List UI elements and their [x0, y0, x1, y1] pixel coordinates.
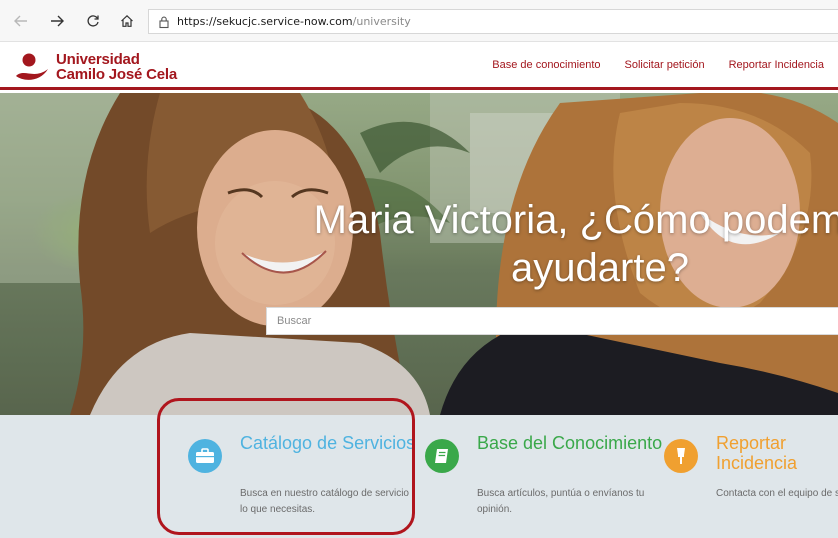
lock-icon: [159, 16, 169, 28]
card-title: Base del Conocimiento: [477, 433, 663, 453]
card-description: Contacta con el equipo de soporte para r…: [716, 488, 838, 499]
forward-arrow-icon: [51, 15, 64, 27]
home-icon: [121, 14, 133, 27]
home-button[interactable]: [114, 9, 140, 33]
card-title: Reportar Incidencia: [716, 433, 798, 473]
top-nav: Base de conocimiento Solicitar petición …: [492, 59, 824, 71]
back-button[interactable]: [8, 9, 34, 33]
card-description: Busca artículos, puntúa o envíanos tu op…: [477, 488, 645, 515]
nav-knowledge-base[interactable]: Base de conocimiento: [492, 59, 600, 71]
url-path: /university: [352, 15, 411, 28]
card-icon-container: [664, 439, 698, 473]
card-icon-container: [188, 439, 222, 473]
logo-line-2: Camilo José Cela: [56, 66, 178, 83]
site-header: Universidad Camilo José Cela Base de con…: [0, 42, 838, 90]
hero-greeting: Maria Victoria, ¿Cómo podemos ayudarte?: [313, 198, 838, 290]
forward-button[interactable]: [44, 9, 70, 33]
logo-text: Universidad Camilo José Cela: [56, 52, 177, 82]
briefcase-icon: [196, 448, 214, 463]
back-arrow-icon: [14, 15, 27, 27]
card-title: Catálogo de Servicios: [240, 433, 416, 453]
address-bar[interactable]: https://sekucjc.service-now.com/universi…: [148, 9, 838, 34]
card-report-incident[interactable]: Reportar Incidencia Contacta con el equi…: [664, 415, 838, 538]
card-service-catalog[interactable]: Catálogo de Servicios Busca en nuestro c…: [188, 415, 428, 538]
refresh-button[interactable]: [80, 9, 106, 33]
alert-icon: [677, 448, 685, 464]
card-description: Busca en nuestro catálogo de servicio lo…: [240, 488, 409, 515]
card-knowledge-base[interactable]: Base del Conocimiento Busca artículos, p…: [425, 415, 662, 538]
hero-banner: Maria Victoria, ¿Cómo podemos ayudarte?: [0, 93, 838, 415]
url-host: https://sekucjc.service-now.com: [177, 15, 353, 28]
quick-links-section: Catálogo de Servicios Busca en nuestro c…: [0, 415, 838, 538]
nav-report-incident[interactable]: Reportar Incidencia: [729, 59, 824, 71]
university-logo[interactable]: Universidad Camilo José Cela: [14, 50, 177, 84]
logo-line-1: Universidad: [56, 51, 140, 68]
nav-request[interactable]: Solicitar petición: [625, 59, 705, 71]
logo-mark-icon: [16, 53, 48, 80]
search-input[interactable]: [266, 307, 838, 335]
refresh-icon: [87, 15, 99, 27]
book-icon: [435, 449, 448, 463]
card-icon-container: [425, 439, 459, 473]
browser-toolbar: https://sekucjc.service-now.com/universi…: [0, 0, 838, 42]
